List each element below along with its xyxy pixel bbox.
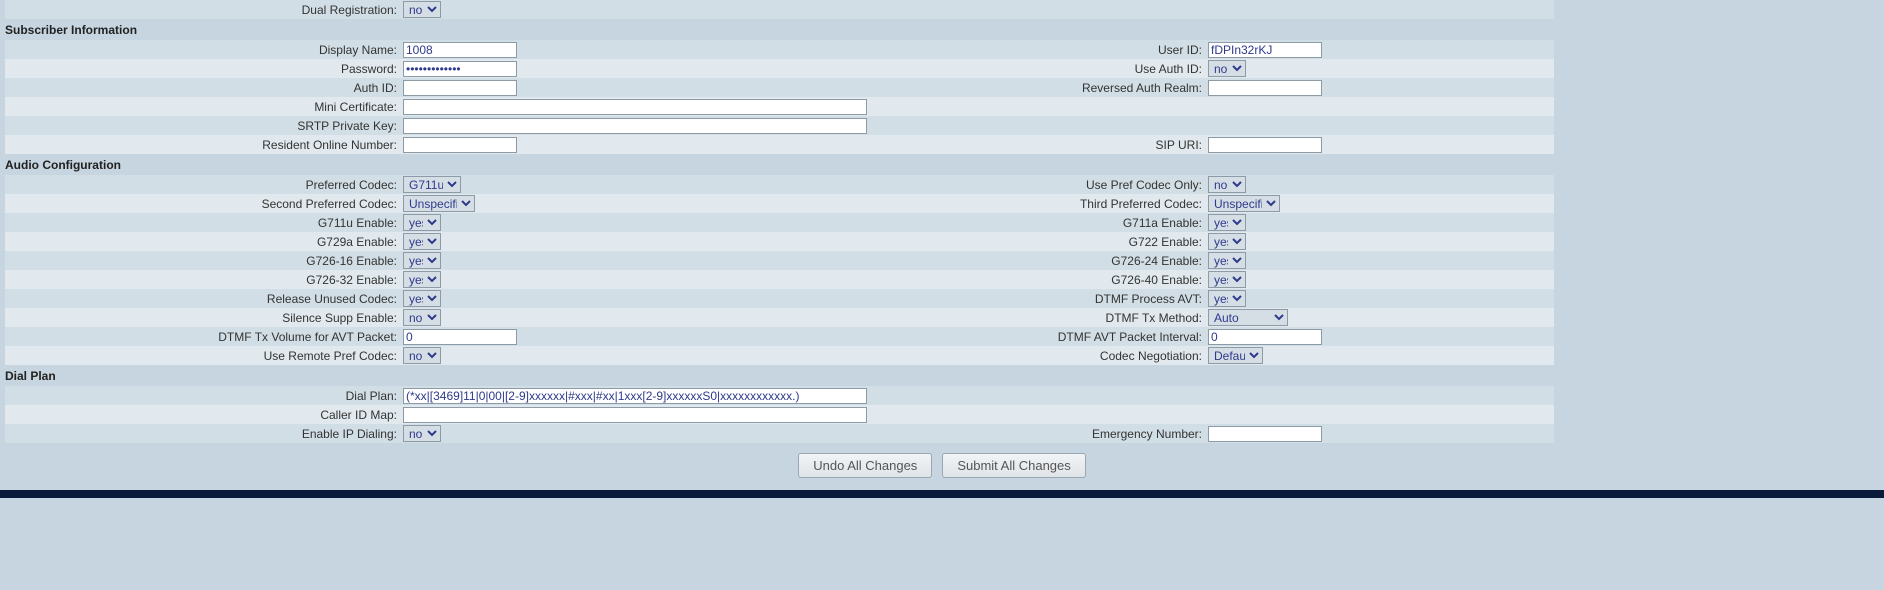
dial-plan-label: Dial Plan:	[5, 389, 403, 403]
undo-all-changes-button[interactable]: Undo All Changes	[798, 453, 932, 478]
use-auth-id-label: Use Auth ID:	[873, 62, 1208, 76]
dtmf-avt-interval-label: DTMF AVT Packet Interval:	[873, 330, 1208, 344]
g722-enable-select[interactable]: yes	[1208, 233, 1246, 250]
emergency-number-label: Emergency Number:	[873, 427, 1208, 441]
use-auth-id-select[interactable]: no	[1208, 60, 1246, 77]
dtmf-tx-volume-input[interactable]	[403, 329, 517, 345]
reversed-auth-realm-label: Reversed Auth Realm:	[873, 81, 1208, 95]
g726-16-enable-label: G726-16 Enable:	[5, 254, 403, 268]
mini-certificate-input[interactable]	[403, 99, 867, 115]
mini-certificate-label: Mini Certificate:	[5, 100, 403, 114]
caller-id-map-input[interactable]	[403, 407, 867, 423]
resident-online-number-label: Resident Online Number:	[5, 138, 403, 152]
user-id-input[interactable]	[1208, 42, 1322, 58]
use-remote-pref-codec-select[interactable]: no	[403, 347, 441, 364]
g711a-enable-label: G711a Enable:	[873, 216, 1208, 230]
g726-32-enable-label: G726-32 Enable:	[5, 273, 403, 287]
srtp-private-key-label: SRTP Private Key:	[5, 119, 403, 133]
sip-uri-input[interactable]	[1208, 137, 1322, 153]
caller-id-map-label: Caller ID Map:	[5, 408, 403, 422]
subscriber-information-title: Subscriber Information	[5, 19, 1554, 40]
display-name-input[interactable]	[403, 42, 517, 58]
second-preferred-codec-select[interactable]: Unspecified	[403, 195, 475, 212]
sip-uri-label: SIP URI:	[873, 138, 1208, 152]
dial-plan-input[interactable]	[403, 388, 867, 404]
preferred-codec-label: Preferred Codec:	[5, 178, 403, 192]
footer-bar	[0, 490, 1884, 498]
g726-40-enable-select[interactable]: yes	[1208, 271, 1246, 288]
enable-ip-dialing-select[interactable]: no	[403, 425, 441, 442]
dtmf-tx-method-select[interactable]: Auto	[1208, 309, 1288, 326]
user-id-label: User ID:	[873, 43, 1208, 57]
dual-registration-label: Dual Registration:	[5, 3, 403, 17]
dial-plan-title: Dial Plan	[5, 365, 1554, 386]
g726-40-enable-label: G726-40 Enable:	[873, 273, 1208, 287]
third-preferred-codec-label: Third Preferred Codec:	[873, 197, 1208, 211]
auth-id-label: Auth ID:	[5, 81, 403, 95]
g726-16-enable-select[interactable]: yes	[403, 252, 441, 269]
password-label: Password:	[5, 62, 403, 76]
silence-supp-enable-select[interactable]: no	[403, 309, 441, 326]
second-preferred-codec-label: Second Preferred Codec:	[5, 197, 403, 211]
audio-configuration-title: Audio Configuration	[5, 154, 1554, 175]
use-pref-codec-only-label: Use Pref Codec Only:	[873, 178, 1208, 192]
release-unused-codec-label: Release Unused Codec:	[5, 292, 403, 306]
submit-all-changes-button[interactable]: Submit All Changes	[942, 453, 1085, 478]
preferred-codec-select[interactable]: G711u	[403, 176, 461, 193]
dual-registration-select[interactable]: no	[403, 1, 441, 18]
resident-online-number-input[interactable]	[403, 137, 517, 153]
g729a-enable-select[interactable]: yes	[403, 233, 441, 250]
dtmf-process-avt-label: DTMF Process AVT:	[873, 292, 1208, 306]
third-preferred-codec-select[interactable]: Unspecified	[1208, 195, 1280, 212]
g722-enable-label: G722 Enable:	[873, 235, 1208, 249]
auth-id-input[interactable]	[403, 80, 517, 96]
codec-negotiation-select[interactable]: Default	[1208, 347, 1263, 364]
g711u-enable-label: G711u Enable:	[5, 216, 403, 230]
g729a-enable-label: G729a Enable:	[5, 235, 403, 249]
silence-supp-enable-label: Silence Supp Enable:	[5, 311, 403, 325]
g726-24-enable-select[interactable]: yes	[1208, 252, 1246, 269]
release-unused-codec-select[interactable]: yes	[403, 290, 441, 307]
dtmf-tx-method-label: DTMF Tx Method:	[873, 311, 1208, 325]
reversed-auth-realm-input[interactable]	[1208, 80, 1322, 96]
srtp-private-key-input[interactable]	[403, 118, 867, 134]
g711a-enable-select[interactable]: yes	[1208, 214, 1246, 231]
dtmf-tx-volume-label: DTMF Tx Volume for AVT Packet:	[5, 330, 403, 344]
emergency-number-input[interactable]	[1208, 426, 1322, 442]
codec-negotiation-label: Codec Negotiation:	[873, 349, 1208, 363]
display-name-label: Display Name:	[5, 43, 403, 57]
g726-24-enable-label: G726-24 Enable:	[873, 254, 1208, 268]
g711u-enable-select[interactable]: yes	[403, 214, 441, 231]
password-input[interactable]	[403, 61, 517, 77]
use-remote-pref-codec-label: Use Remote Pref Codec:	[5, 349, 403, 363]
enable-ip-dialing-label: Enable IP Dialing:	[5, 427, 403, 441]
dtmf-process-avt-select[interactable]: yes	[1208, 290, 1246, 307]
dtmf-avt-interval-input[interactable]	[1208, 329, 1322, 345]
g726-32-enable-select[interactable]: yes	[403, 271, 441, 288]
use-pref-codec-only-select[interactable]: no	[1208, 176, 1246, 193]
